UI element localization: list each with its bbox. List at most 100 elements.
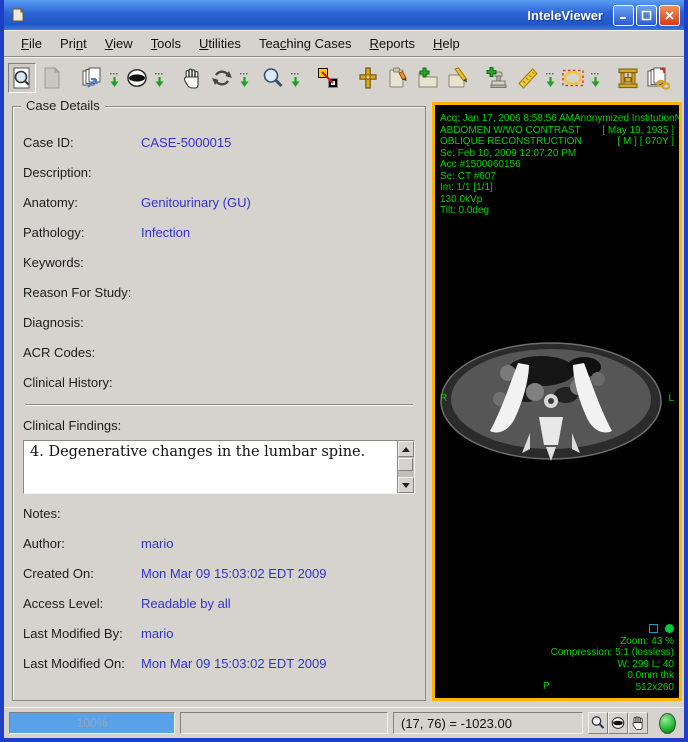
zoom-button[interactable] <box>259 63 287 93</box>
field-case-id: Case ID: CASE-5000015 <box>23 127 415 157</box>
pan-button[interactable] <box>178 63 206 93</box>
field-label: Anatomy: <box>23 195 141 210</box>
quick-tools <box>588 712 648 734</box>
title-bar[interactable]: InteleViewer <box>4 0 684 30</box>
clipboard-edit-button[interactable] <box>384 63 412 93</box>
tilt-value: Tilt: 0.0deg <box>440 205 489 217</box>
add-stamp-button[interactable] <box>484 63 512 93</box>
field-label: Keywords: <box>23 255 141 270</box>
magnifier-icon <box>261 66 285 90</box>
localizer-button[interactable] <box>314 63 342 93</box>
toolbar <box>4 56 684 98</box>
menu-print[interactable]: Print <box>51 33 96 54</box>
ruler-dropdown-arrow[interactable] <box>544 63 557 93</box>
image-number: Im: 1/1 [1/1] <box>440 182 493 194</box>
field-label: Clinical History: <box>23 375 141 390</box>
menu-reports[interactable]: Reports <box>360 33 424 54</box>
field-label: Case ID: <box>23 135 141 150</box>
ruler-button[interactable] <box>514 63 542 93</box>
scroll-up-button[interactable] <box>398 441 414 457</box>
stack-dropdown-arrow[interactable] <box>108 63 121 93</box>
series-number: Se: CT #607 <box>440 171 496 183</box>
case-browser-button[interactable] <box>8 63 36 93</box>
clinical-findings-textarea[interactable]: 4. Degenerative changes in the lumbar sp… <box>24 441 397 493</box>
stack-navigation-button[interactable] <box>78 63 106 93</box>
ellipse-roi-dropdown-arrow[interactable] <box>589 63 602 93</box>
inteleviewer-window: InteleViewer File Print View Tools Utili… <box>0 0 688 742</box>
triangle-down-icon <box>402 483 410 488</box>
annotate-button[interactable] <box>444 63 472 93</box>
folder-plus-icon <box>416 66 440 90</box>
sex-age: [ M ] [ 070Y ] <box>617 136 674 148</box>
refresh-dropdown-arrow[interactable] <box>238 63 251 93</box>
layout-button[interactable] <box>614 63 642 93</box>
field-pathology: Pathology: Infection <box>23 217 415 247</box>
matrix-readout: 512x260 <box>551 682 674 694</box>
quick-window-level-button[interactable] <box>608 712 628 734</box>
refresh-button[interactable] <box>208 63 236 93</box>
field-label: Reason For Study: <box>23 285 141 300</box>
stack-navigation-icon <box>80 66 104 90</box>
stack-indicator-square-icon <box>649 624 658 633</box>
scrollbar-thumb[interactable] <box>398 458 413 471</box>
window-level-dropdown-arrow[interactable] <box>153 63 166 93</box>
menu-teaching-cases[interactable]: Teaching Cases <box>250 33 361 54</box>
menu-utilities[interactable]: Utilities <box>190 33 250 54</box>
field-label: Diagnosis: <box>23 315 141 330</box>
maximize-button[interactable] <box>636 5 657 26</box>
app-icon <box>10 7 26 23</box>
triangle-up-icon <box>402 447 410 452</box>
status-message-panel <box>180 712 388 734</box>
zoom-dropdown-arrow[interactable] <box>289 63 302 93</box>
magnifier-icon <box>590 715 606 731</box>
orientation-marker-left: L <box>668 393 674 405</box>
field-value: CASE-5000015 <box>141 135 231 150</box>
main-area: Case Details Case ID: CASE-5000015 Descr… <box>4 98 684 707</box>
green-down-arrow-icon <box>154 73 165 89</box>
accession-number: Acc #1500060156 <box>440 159 521 171</box>
series-description: OBLIQUE RECONSTRUCTION <box>440 136 582 148</box>
menu-view[interactable]: View <box>96 33 142 54</box>
pixel-value-panel: (17, 76) = -1023.00 <box>393 712 583 734</box>
section-divider <box>25 404 413 406</box>
green-down-arrow-icon <box>239 73 250 89</box>
ellipse-roi-icon <box>561 66 585 90</box>
menu-tools[interactable]: Tools <box>142 33 190 54</box>
hand-icon <box>180 66 204 90</box>
gold-cross-button[interactable] <box>354 63 382 93</box>
field-value: Readable by all <box>141 596 231 611</box>
window-level-icon <box>125 66 149 90</box>
quick-zoom-button[interactable] <box>588 712 608 734</box>
field-created-on: Created On: Mon Mar 09 15:03:02 EDT 2009 <box>23 558 415 588</box>
clinical-findings-label: Clinical Findings: <box>23 412 415 438</box>
zoom-readout: Zoom: 43 % <box>551 636 674 648</box>
linked-stacks-icon <box>646 66 670 90</box>
ellipse-roi-button[interactable] <box>559 63 587 93</box>
window-level-icon <box>610 715 626 731</box>
case-details-title: Case Details <box>21 98 105 113</box>
field-label: Pathology: <box>23 225 141 240</box>
hand-icon <box>630 715 646 731</box>
scrollbar-track[interactable] <box>398 457 414 477</box>
menu-help[interactable]: Help <box>424 33 469 54</box>
compression-readout: Compression: 5:1 (lossless) <box>551 647 674 659</box>
link-stacks-button[interactable] <box>644 63 672 93</box>
thickness-readout: 0.0mm thk <box>551 670 674 682</box>
pencil-icon <box>446 66 470 90</box>
quick-pan-button[interactable] <box>628 712 648 734</box>
add-folder-button[interactable] <box>414 63 442 93</box>
field-value: Infection <box>141 225 190 240</box>
findings-scrollbar[interactable] <box>397 441 414 493</box>
close-button[interactable] <box>659 5 680 26</box>
image-viewport[interactable]: Acq: Jan 17, 2006 8:58:56 AMAnonymized I… <box>432 102 682 701</box>
field-description: Description: <box>23 157 415 187</box>
progress-label: 100% <box>77 716 108 730</box>
menu-file[interactable]: File <box>12 33 51 54</box>
scroll-down-button[interactable] <box>398 477 414 493</box>
status-bar: 100% (17, 76) = -1023.00 <box>4 707 684 738</box>
minimize-button[interactable] <box>613 5 634 26</box>
window-level-button[interactable] <box>123 63 151 93</box>
clipboard-pencil-icon <box>386 66 410 90</box>
report-icon <box>40 66 64 90</box>
field-author: Author: mario <box>23 528 415 558</box>
